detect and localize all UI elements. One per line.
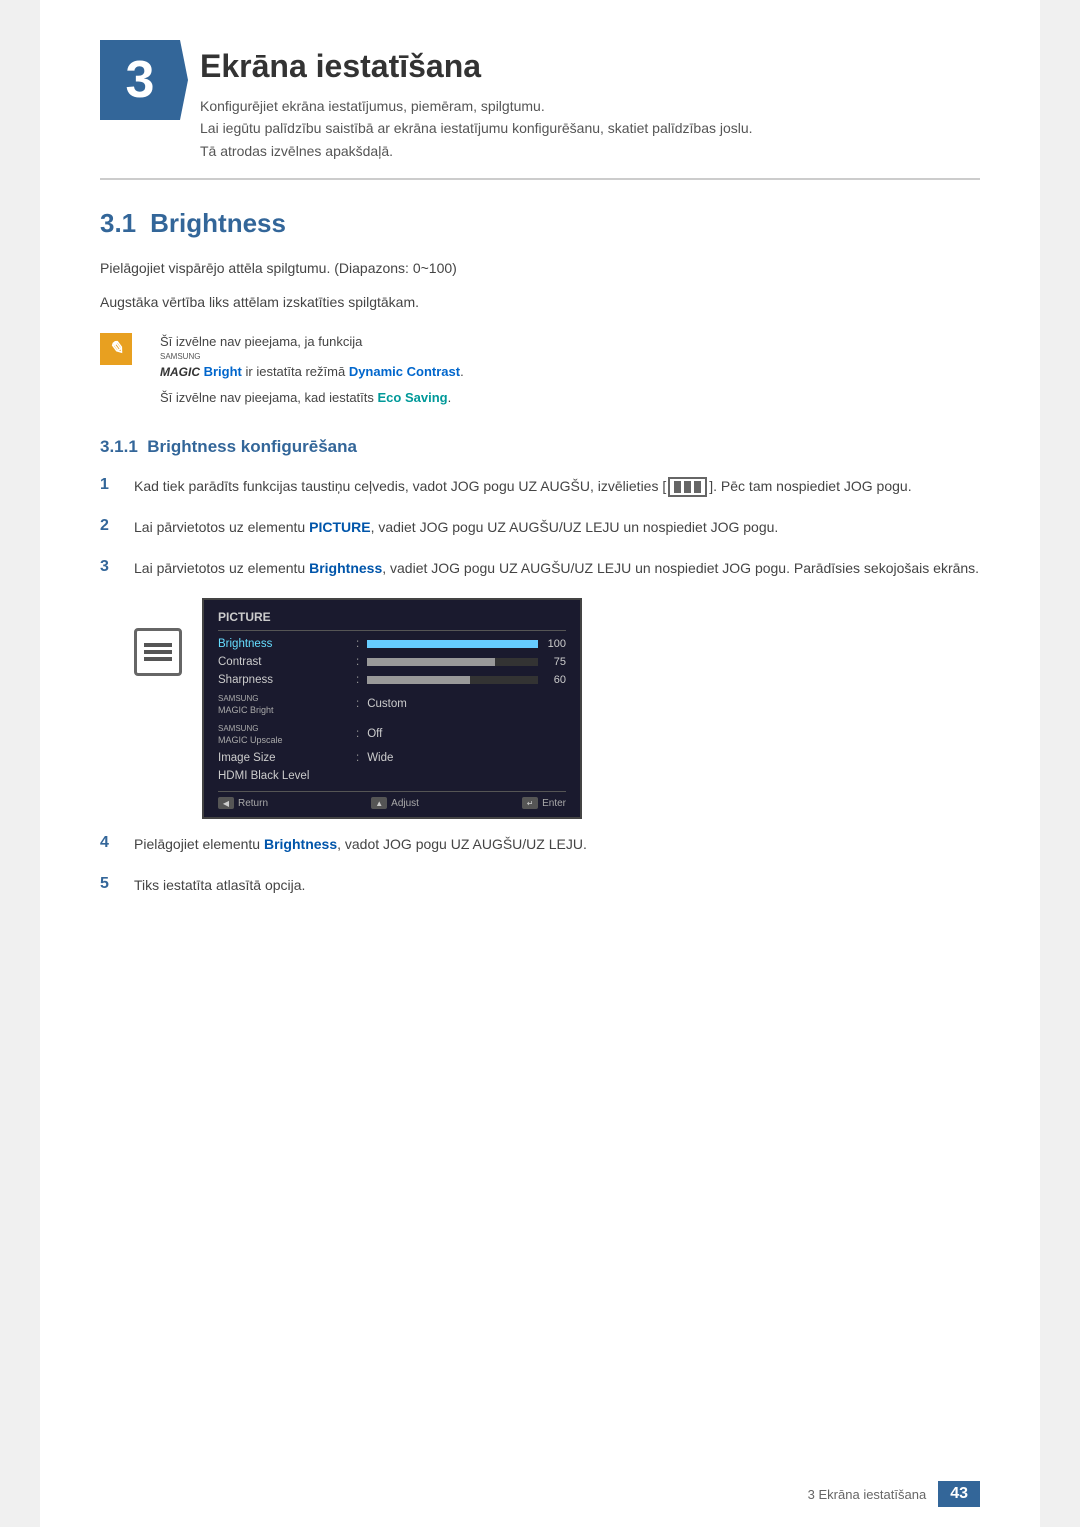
footer-text: 3 Ekrāna iestatīšana	[808, 1487, 927, 1502]
chapter-desc2: Lai iegūtu palīdzību saistībā ar ekrāna …	[200, 117, 980, 162]
step-5-number: 5	[100, 875, 120, 893]
osd-enter-btn: ↵ Enter	[522, 797, 566, 809]
chapter-title-block: Ekrāna iestatīšana Konfigurējiet ekrāna …	[200, 40, 980, 162]
osd-row-magic-bright: SAMSUNGMAGIC Bright : Custom	[218, 689, 566, 719]
osd-label-sharpness: Sharpness	[218, 674, 348, 686]
osd-label-contrast: Contrast	[218, 656, 348, 668]
note-bullet-2: Šī izvēlne nav pieejama, kad iestatīts E…	[160, 387, 464, 409]
note-content: Šī izvēlne nav pieejama, ja funkcija SAM…	[144, 331, 464, 413]
chapter-desc1: Konfigurējiet ekrāna iestatījumus, piemē…	[200, 95, 980, 117]
page-footer: 3 Ekrāna iestatīšana 43	[808, 1481, 980, 1507]
osd-label-hdmi: HDMI Black Level	[218, 770, 348, 782]
osd-label-image-size: Image Size	[218, 752, 348, 764]
jog-inline-icon	[668, 477, 707, 497]
step-1-number: 1	[100, 476, 120, 494]
osd-row-contrast: Contrast : 75	[218, 653, 566, 671]
page: 3 Ekrāna iestatīšana Konfigurējiet ekrān…	[40, 0, 1040, 1527]
step-5: 5 Tiks iestatīta atlasītā opcija.	[100, 874, 980, 897]
osd-row-image-size: Image Size : Wide	[218, 749, 566, 767]
section-31-desc2: Augstāka vērtība liks attēlam izskatītie…	[100, 291, 980, 315]
step-1-text: Kad tiek parādīts funkcijas taustiņu ceļ…	[134, 475, 980, 498]
step-2-number: 2	[100, 517, 120, 535]
step-2: 2 Lai pārvietotos uz elementu PICTURE, v…	[100, 516, 980, 539]
osd-label-brightness: Brightness	[218, 638, 348, 650]
chapter-title: Ekrāna iestatīšana	[200, 48, 980, 85]
section-31-title: 3.1 Brightness	[100, 208, 980, 239]
osd-label-magic-bright: SAMSUNGMAGIC Bright	[218, 692, 348, 716]
osd-footer: ◀ Return ▲ Adjust ↵ Enter	[218, 791, 566, 809]
step-3-text: Lai pārvietotos uz elementu Brightness, …	[134, 557, 980, 580]
jog-icon	[134, 628, 182, 676]
osd-row-sharpness: Sharpness : 60	[218, 671, 566, 689]
steps-list: 1 Kad tiek parādīts funkcijas taustiņu c…	[100, 475, 980, 580]
step-5-text: Tiks iestatīta atlasītā opcija.	[134, 874, 980, 897]
osd-value-sharpness: 60	[367, 674, 566, 686]
note-icon: ✎	[100, 333, 132, 365]
footer-page-number: 43	[938, 1481, 980, 1507]
step-2-text: Lai pārvietotos uz elementu PICTURE, vad…	[134, 516, 980, 539]
chapter-header: 3 Ekrāna iestatīšana Konfigurējiet ekrān…	[100, 40, 980, 180]
section-31-desc1: Pielāgojiet vispārējo attēla spilgtumu. …	[100, 257, 980, 281]
osd-value-contrast: 75	[367, 656, 566, 668]
osd-return-btn: ◀ Return	[218, 797, 268, 809]
osd-row-hdmi: HDMI Black Level	[218, 767, 566, 785]
chapter-number: 3	[100, 40, 180, 120]
osd-adjust-btn: ▲ Adjust	[371, 797, 419, 809]
note-box: ✎ Šī izvēlne nav pieejama, ja funkcija S…	[100, 331, 980, 413]
step-4-number: 4	[100, 834, 120, 852]
osd-container: PICTURE Brightness : 100 Contrast :	[134, 598, 980, 819]
osd-screen: PICTURE Brightness : 100 Contrast :	[202, 598, 582, 819]
steps-list-2: 4 Pielāgojiet elementu Brightness, vadot…	[100, 833, 980, 897]
osd-row-brightness: Brightness : 100	[218, 635, 566, 653]
step-3-number: 3	[100, 558, 120, 576]
osd-label-magic-upscale: SAMSUNGMAGIC Upscale	[218, 722, 348, 746]
step-3: 3 Lai pārvietotos uz elementu Brightness…	[100, 557, 980, 580]
osd-value-brightness: 100	[367, 638, 566, 650]
step-4-text: Pielāgojiet elementu Brightness, vadot J…	[134, 833, 980, 856]
note-bullet-1: Šī izvēlne nav pieejama, ja funkcija SAM…	[160, 331, 464, 383]
step-4: 4 Pielāgojiet elementu Brightness, vadot…	[100, 833, 980, 856]
osd-header: PICTURE	[218, 610, 566, 631]
step-1: 1 Kad tiek parādīts funkcijas taustiņu c…	[100, 475, 980, 498]
osd-row-magic-upscale: SAMSUNGMAGIC Upscale : Off	[218, 719, 566, 749]
subsection-311-title: 3.1.1 Brightness konfigurēšana	[100, 437, 980, 457]
